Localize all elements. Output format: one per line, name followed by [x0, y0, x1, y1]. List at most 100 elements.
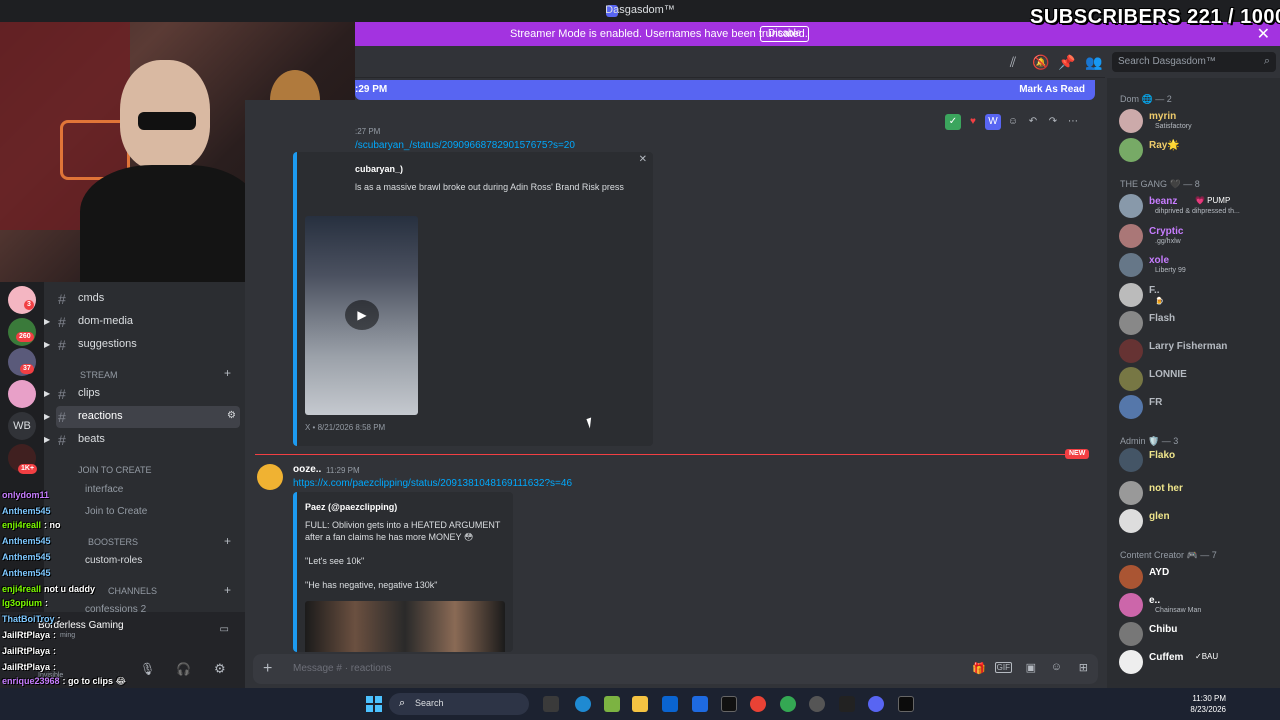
member-item[interactable]: F.. 🍺	[1115, 282, 1280, 308]
member-item[interactable]: Flako	[1115, 447, 1280, 473]
channel-join-to-create[interactable]: Join to Create	[85, 506, 147, 517]
disable-streamer-mode-button[interactable]: Disable	[760, 26, 810, 42]
member-item[interactable]: LONNIE	[1115, 366, 1280, 392]
add-reaction-icon[interactable]: ☺	[1005, 114, 1021, 130]
avatar[interactable]	[1119, 339, 1143, 363]
channel-settings-icon[interactable]: ⚙	[227, 410, 236, 421]
member-item[interactable]: e.. Chainsaw Man	[1115, 592, 1280, 618]
notification-settings-icon[interactable]: 🔕	[1032, 54, 1049, 70]
category-join-to-create[interactable]: JOIN TO CREATE	[78, 465, 152, 475]
avatar[interactable]	[1119, 593, 1143, 617]
emoji-icon[interactable]: ☺	[1051, 661, 1062, 673]
member-item[interactable]: AYD	[1115, 564, 1280, 590]
avatar[interactable]	[257, 464, 283, 490]
microphone-icon[interactable]: 🎙	[140, 662, 155, 676]
avatar[interactable]	[1119, 650, 1143, 674]
member-item[interactable]: Cryptic .gg/hxlw	[1115, 223, 1280, 249]
check-reaction-icon[interactable]: ✓	[945, 114, 961, 130]
channel-clips[interactable]: # clips	[56, 383, 240, 405]
apps-icon[interactable]: ⊞	[1079, 661, 1088, 674]
member-list-icon[interactable]: 👥	[1085, 54, 1102, 70]
channel-reactions[interactable]: # reactions ⚙	[56, 406, 240, 428]
avatar[interactable]	[1119, 395, 1143, 419]
category-channels[interactable]: CHANNELS	[108, 586, 157, 596]
close-embed-icon[interactable]: ✕	[639, 154, 647, 165]
channel-interface[interactable]: interface	[85, 484, 123, 495]
member-item[interactable]: myrin Satisfactory	[1115, 108, 1280, 134]
message-author[interactable]: ooze..	[293, 464, 321, 475]
store-icon[interactable]	[692, 696, 708, 712]
avatar[interactable]	[1119, 109, 1143, 133]
reply-icon[interactable]: ↶	[1025, 114, 1041, 130]
avatar[interactable]	[1119, 138, 1143, 162]
add-channel-icon[interactable]: +	[224, 366, 231, 380]
member-item[interactable]: Ray🌟	[1115, 137, 1280, 163]
app-icon[interactable]	[839, 696, 855, 712]
mark-as-read-button[interactable]: Mark As Read	[1019, 84, 1085, 95]
app-icon[interactable]	[721, 696, 737, 712]
member-item[interactable]: Cuffem ✓BAU	[1115, 649, 1280, 675]
chrome-icon[interactable]	[780, 696, 796, 712]
forward-icon[interactable]: ↷	[1045, 114, 1061, 130]
server-icon-wb[interactable]: WB	[8, 412, 36, 440]
taskbar-search[interactable]: ⌕ Search	[389, 693, 529, 715]
play-video-icon[interactable]: ▶	[345, 300, 379, 330]
member-item[interactable]: glen	[1115, 508, 1280, 534]
member-item[interactable]: Larry Fisherman	[1115, 338, 1280, 364]
user-settings-icon[interactable]: ⚙	[214, 661, 226, 677]
windows-start-icon[interactable]	[366, 696, 382, 712]
avatar[interactable]	[1119, 224, 1143, 248]
channel-suggestions[interactable]: # suggestions	[56, 334, 240, 356]
avatar[interactable]	[1119, 311, 1143, 335]
more-options-icon[interactable]: ⋯	[1065, 114, 1081, 130]
outlook-icon[interactable]	[662, 696, 678, 712]
search-input[interactable]: Search Dasgasdom™ ⌕	[1112, 52, 1276, 72]
category-boosters[interactable]: BOOSTERS	[88, 537, 138, 547]
gif-icon[interactable]: GIF	[994, 662, 1012, 673]
taskbar-clock[interactable]: 11:30 PM 8/23/2026	[1190, 693, 1226, 715]
avatar[interactable]	[1119, 565, 1143, 589]
member-item[interactable]: not her	[1115, 480, 1280, 506]
avatar[interactable]	[1119, 509, 1143, 533]
channel-dom-media[interactable]: # dom-media	[56, 311, 240, 333]
channel-cmds[interactable]: # cmds	[56, 288, 240, 310]
member-item[interactable]: beanz dihprived & dihpressed th... 💗 PUMP	[1115, 193, 1280, 219]
avatar[interactable]	[1119, 448, 1143, 472]
avatar[interactable]	[1119, 283, 1143, 307]
channel-custom-roles[interactable]: custom-roles	[85, 555, 142, 566]
member-item[interactable]: xole Liberty 99	[1115, 252, 1280, 278]
gift-icon[interactable]: 🎁	[972, 662, 986, 675]
pinned-messages-icon[interactable]: 📌	[1058, 54, 1075, 70]
avatar[interactable]	[1119, 481, 1143, 505]
category-stream[interactable]: STREAM	[80, 370, 118, 380]
avatar[interactable]	[1119, 622, 1143, 646]
add-channel-icon[interactable]: +	[224, 583, 231, 597]
w-reaction-icon[interactable]: W	[985, 114, 1001, 130]
avatar[interactable]	[1119, 194, 1143, 218]
app-icon[interactable]	[604, 696, 620, 712]
add-attachment-icon[interactable]: +	[263, 660, 272, 678]
edge-icon[interactable]	[575, 696, 591, 712]
embed-image[interactable]	[305, 601, 505, 652]
activity-icon[interactable]: ▭	[220, 624, 229, 635]
discord-taskbar-icon[interactable]	[868, 696, 884, 712]
member-item[interactable]: FR	[1115, 394, 1280, 420]
avatar[interactable]	[1119, 367, 1143, 391]
message-composer[interactable]: + Message # · reactions 🎁 GIF ▣ ☺ ⊞	[253, 654, 1098, 684]
threads-icon[interactable]: ⫽	[1005, 54, 1021, 70]
settings-icon[interactable]	[809, 696, 825, 712]
add-channel-icon[interactable]: +	[224, 534, 231, 548]
heart-reaction-icon[interactable]: ♥	[965, 114, 981, 130]
avatar[interactable]	[1119, 253, 1143, 277]
message-link[interactable]: https://x.com/paezclipping/status/209138…	[293, 478, 572, 489]
member-item[interactable]: Chibu	[1115, 621, 1280, 647]
embed-video-thumbnail[interactable]: ▶	[305, 216, 418, 415]
terminal-icon[interactable]	[898, 696, 914, 712]
headphones-icon[interactable]: 🎧	[176, 662, 191, 676]
unread-messages-bar[interactable]: :29 PM Mark As Read	[355, 80, 1095, 100]
message-link[interactable]: /scubaryan_/status/2090966878290157675?s…	[355, 140, 575, 151]
channel-beats[interactable]: # beats	[56, 429, 240, 451]
server-icon[interactable]	[8, 380, 36, 408]
file-explorer-icon[interactable]	[632, 696, 648, 712]
task-view-icon[interactable]	[543, 696, 559, 712]
